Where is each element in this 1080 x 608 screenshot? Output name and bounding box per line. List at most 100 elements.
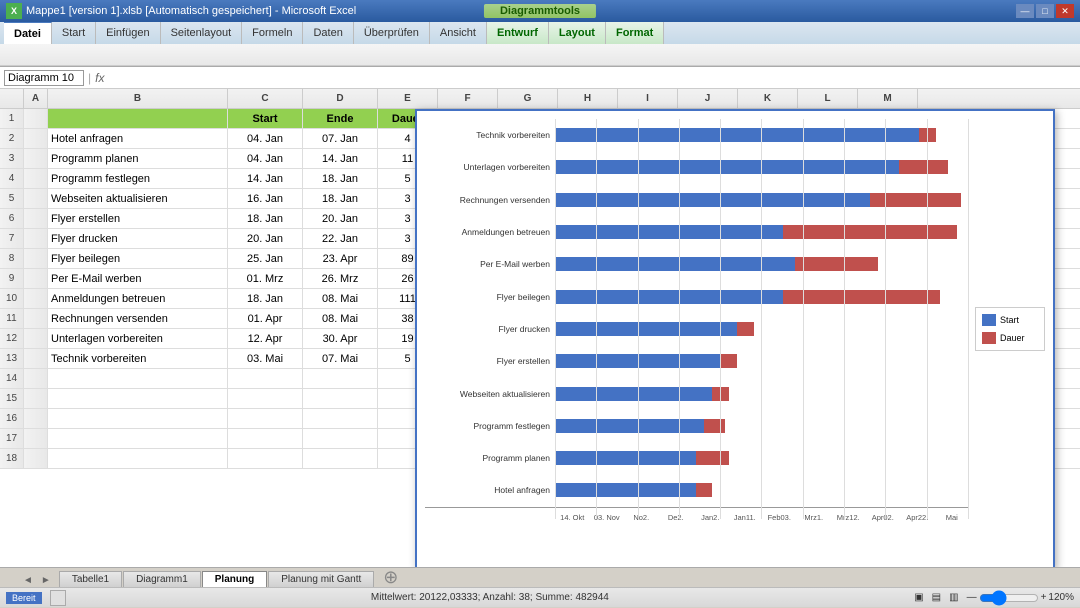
chart-container[interactable]: Technik vorbereiten Unterlagen vorbereit… [415,109,1055,567]
sheet-tab-planung[interactable]: Planung [202,571,267,587]
sheet-tab-tabelle1[interactable]: Tabelle1 [59,571,122,587]
tab-prev-button[interactable]: ◄ [20,574,36,587]
cell-b17[interactable] [48,429,228,449]
cell-b12[interactable]: Unterlagen vorbereiten [48,329,228,349]
cell-a17[interactable] [24,429,48,449]
cell-b13[interactable]: Technik vorbereiten [48,349,228,369]
window-controls[interactable]: — □ ✕ [1016,4,1074,18]
cell-a9[interactable] [24,269,48,289]
cell-d3[interactable]: 14. Jan [303,149,378,169]
cell-a15[interactable] [24,389,48,409]
close-button[interactable]: ✕ [1056,4,1074,18]
zoom-out-button[interactable]: — [967,592,977,603]
tab-ueberpruefen[interactable]: Überprüfen [354,22,430,44]
cell-c3[interactable]: 04. Jan [228,149,303,169]
sheet-tab-diagramm1[interactable]: Diagramm1 [123,571,201,587]
cell-b10[interactable]: Anmeldungen betreuen [48,289,228,309]
cell-c4[interactable]: 14. Jan [228,169,303,189]
cell-a14[interactable] [24,369,48,389]
cell-b3[interactable]: Programm planen [48,149,228,169]
cell-c11[interactable]: 01. Apr [228,309,303,329]
cell-c16[interactable] [228,409,303,429]
cell-c8[interactable]: 25. Jan [228,249,303,269]
formula-input[interactable] [108,72,1076,84]
view-layout-icon[interactable]: ▤ [932,592,941,603]
cell-c1[interactable]: Start [228,109,303,129]
cell-c7[interactable]: 20. Jan [228,229,303,249]
cell-c18[interactable] [228,449,303,469]
cell-d12[interactable]: 30. Apr [303,329,378,349]
cell-d16[interactable] [303,409,378,429]
cell-c2[interactable]: 04. Jan [228,129,303,149]
tab-datei[interactable]: Datei [4,22,52,44]
cell-d4[interactable]: 18. Jan [303,169,378,189]
tab-formeln[interactable]: Formeln [242,22,303,44]
cell-a13[interactable] [24,349,48,369]
cell-c9[interactable]: 01. Mrz [228,269,303,289]
tab-next-button[interactable]: ► [38,574,54,587]
cell-c14[interactable] [228,369,303,389]
minimize-button[interactable]: — [1016,4,1034,18]
cell-a18[interactable] [24,449,48,469]
view-page-icon[interactable]: ▥ [949,592,958,603]
tab-seitenlayout[interactable]: Seitenlayout [161,22,243,44]
zoom-control[interactable]: — + 120% [967,590,1074,606]
cell-d5[interactable]: 18. Jan [303,189,378,209]
name-box[interactable]: Diagramm 10 [4,70,84,86]
cell-d7[interactable]: 22. Jan [303,229,378,249]
cell-a12[interactable] [24,329,48,349]
cell-a3[interactable] [24,149,48,169]
add-sheet-button[interactable]: ⊕ [375,565,406,590]
cell-c6[interactable]: 18. Jan [228,209,303,229]
cell-d13[interactable]: 07. Mai [303,349,378,369]
cell-a1[interactable] [24,109,48,129]
cell-b4[interactable]: Programm festlegen [48,169,228,189]
cell-d14[interactable] [303,369,378,389]
cell-a5[interactable] [24,189,48,209]
cell-d11[interactable]: 08. Mai [303,309,378,329]
tab-ansicht[interactable]: Ansicht [430,22,487,44]
cell-c13[interactable]: 03. Mai [228,349,303,369]
cell-c15[interactable] [228,389,303,409]
cell-b9[interactable]: Per E-Mail werben [48,269,228,289]
sheet-tab-planung-gantt[interactable]: Planung mit Gantt [268,571,374,587]
cell-d6[interactable]: 20. Jan [303,209,378,229]
cell-a16[interactable] [24,409,48,429]
cell-c12[interactable]: 12. Apr [228,329,303,349]
cell-a2[interactable] [24,129,48,149]
cell-b7[interactable]: Flyer drucken [48,229,228,249]
cell-c5[interactable]: 16. Jan [228,189,303,209]
cell-b16[interactable] [48,409,228,429]
cell-b18[interactable] [48,449,228,469]
cell-d10[interactable]: 08. Mai [303,289,378,309]
cell-b15[interactable] [48,389,228,409]
cell-d15[interactable] [303,389,378,409]
cell-b14[interactable] [48,369,228,389]
cell-d17[interactable] [303,429,378,449]
cell-b11[interactable]: Rechnungen versenden [48,309,228,329]
tab-format[interactable]: Format [606,22,664,44]
zoom-in-button[interactable]: + [1041,592,1047,603]
tab-daten[interactable]: Daten [303,22,353,44]
cell-a11[interactable] [24,309,48,329]
cell-b1[interactable] [48,109,228,129]
cell-d8[interactable]: 23. Apr [303,249,378,269]
cell-a10[interactable] [24,289,48,309]
tab-nav-buttons[interactable]: ◄ ► [20,574,54,587]
cell-d2[interactable]: 07. Jan [303,129,378,149]
cell-c17[interactable] [228,429,303,449]
cell-c10[interactable]: 18. Jan [228,289,303,309]
cell-d1[interactable]: Ende [303,109,378,129]
cell-b2[interactable]: Hotel anfragen [48,129,228,149]
cell-a8[interactable] [24,249,48,269]
cell-b8[interactable]: Flyer beilegen [48,249,228,269]
cell-b5[interactable]: Webseiten aktualisieren [48,189,228,209]
cell-b6[interactable]: Flyer erstellen [48,209,228,229]
cell-a7[interactable] [24,229,48,249]
tab-start[interactable]: Start [52,22,96,44]
maximize-button[interactable]: □ [1036,4,1054,18]
cell-d18[interactable] [303,449,378,469]
zoom-slider[interactable] [979,590,1039,606]
tab-entwurf[interactable]: Entwurf [487,22,549,44]
tab-layout[interactable]: Layout [549,22,606,44]
